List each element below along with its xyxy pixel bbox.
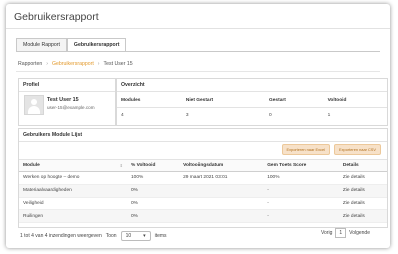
column-header-percent[interactable]: % Voltooid: [127, 159, 180, 172]
profile-name: Test User 15: [47, 97, 79, 103]
export-excel-button[interactable]: Exporteren naar Excel: [281, 144, 331, 155]
cell-percent: 100%: [127, 171, 180, 185]
cell-percent: 0%: [127, 209, 180, 224]
overview-col-gestart: Gestart: [265, 92, 324, 108]
breadcrumb-separator: ›: [46, 61, 48, 67]
overview-panel: Overzicht Modules Niet Gestart Gestart V…: [116, 78, 388, 126]
pagination: Vorig 1 Volgende: [321, 228, 370, 238]
table-footer: 1 tot 4 van 4 inzendingen weergeven Toon…: [20, 231, 167, 241]
column-header-module-label: Module: [23, 163, 40, 168]
details-link[interactable]: Zie details: [338, 171, 387, 185]
table-row: Werken op hoogte – demo 100% 29 maart 20…: [19, 171, 387, 185]
tabs-divider: [16, 51, 380, 52]
column-header-score[interactable]: Gem Toets Score: [263, 159, 339, 172]
column-header-details: Details: [338, 159, 387, 172]
table-row: Veiligheid 0% - Zie details: [19, 197, 387, 211]
module-link[interactable]: Materiaalvaardigheden: [19, 184, 127, 198]
overview-col-voltooid: Voltooid: [323, 92, 387, 108]
cell-date: [179, 184, 264, 198]
title-divider: [6, 28, 390, 29]
page-size-label: Toon: [105, 233, 117, 239]
breadcrumb-divider: [16, 71, 380, 72]
current-page[interactable]: 1: [335, 228, 347, 238]
overview-col-niet-gestart: Niet Gestart: [181, 92, 266, 108]
app-window: Gebruikersrapport Module Rapport Gebruik…: [6, 4, 390, 248]
export-buttons: Exporteren naar Excel Exporteren naar CS…: [281, 144, 381, 155]
table-row: Ruilingen 0% - Zie details: [19, 209, 387, 224]
profile-heading: Profiel: [19, 79, 115, 92]
breadcrumb-gebruikersrapport[interactable]: Gebruikersrapport: [52, 61, 94, 67]
details-link[interactable]: Zie details: [338, 197, 387, 211]
profile-panel: Profiel Test User 15 user-15@example.com: [18, 78, 116, 126]
breadcrumb: Rapporten › Gebruikersrapport › Test Use…: [18, 61, 133, 67]
tab-module-rapport[interactable]: Module Rapport: [16, 38, 67, 52]
cell-score: 100%: [263, 171, 339, 185]
profile-email: user-15@example.com: [47, 105, 95, 110]
avatar-body-shape: [28, 106, 40, 114]
prev-page-button[interactable]: Vorig: [321, 230, 332, 236]
entries-summary: 1 tot 4 van 4 inzendingen weergeven: [20, 233, 102, 239]
overview-col-modules: Modules: [117, 92, 182, 108]
cell-score: -: [263, 197, 339, 211]
page-size-value: 10: [125, 233, 132, 239]
column-header-module[interactable]: Module ⇕: [19, 159, 127, 172]
overview-value-niet-gestart: 3: [185, 113, 189, 118]
avatar-head-shape: [31, 99, 37, 105]
column-header-date[interactable]: Voltooiingsdatum: [179, 159, 264, 172]
page-title: Gebruikersrapport: [14, 11, 99, 23]
page-size-select[interactable]: 10 ▾: [120, 231, 151, 241]
overview-value-voltooid: 1: [327, 113, 331, 118]
module-list-panel: Gebruikers Module Lijst Exporteren naar …: [18, 128, 388, 228]
module-link[interactable]: Werken op hoogte – demo: [19, 171, 127, 185]
details-link[interactable]: Zie details: [338, 184, 387, 198]
breadcrumb-current: Test User 15: [103, 61, 133, 67]
breadcrumb-separator: ›: [97, 61, 100, 67]
cell-score: -: [263, 184, 339, 198]
overview-table: Modules Niet Gestart Gestart Voltooid 4 …: [117, 92, 387, 123]
module-table: Module ⇕ % Voltooid Voltooiingsdatum Gem …: [19, 159, 387, 224]
cell-percent: 0%: [127, 197, 180, 211]
cell-date: 29 maart 2021 03:01: [179, 171, 264, 185]
module-list-heading: Gebruikers Module Lijst: [19, 129, 387, 142]
overview-value-gestart: 0: [269, 113, 272, 118]
items-label: items: [154, 233, 167, 239]
tab-bar: Module Rapport Gebruikersrapport: [16, 38, 127, 52]
details-link[interactable]: Zie details: [338, 209, 387, 224]
cell-score: -: [263, 209, 339, 224]
avatar: [24, 95, 44, 115]
cell-date: [179, 197, 264, 211]
cell-date: [179, 209, 264, 224]
export-csv-button[interactable]: Exporteren naar CSV: [334, 144, 381, 155]
module-link[interactable]: Veiligheid: [19, 197, 127, 211]
overview-value-modules: 4: [121, 113, 124, 118]
module-link[interactable]: Ruilingen: [19, 209, 127, 224]
breadcrumb-rapporten[interactable]: Rapporten: [18, 61, 42, 67]
table-row: Materiaalvaardigheden 0% - Zie details: [19, 184, 387, 198]
chevron-down-icon: ▾: [143, 233, 146, 239]
cell-percent: 0%: [127, 184, 180, 198]
overview-heading: Overzicht: [117, 79, 387, 92]
sort-icon[interactable]: ⇕: [120, 163, 123, 168]
next-page-button[interactable]: Volgende: [349, 230, 370, 236]
tab-gebruikersrapport[interactable]: Gebruikersrapport: [66, 38, 127, 52]
